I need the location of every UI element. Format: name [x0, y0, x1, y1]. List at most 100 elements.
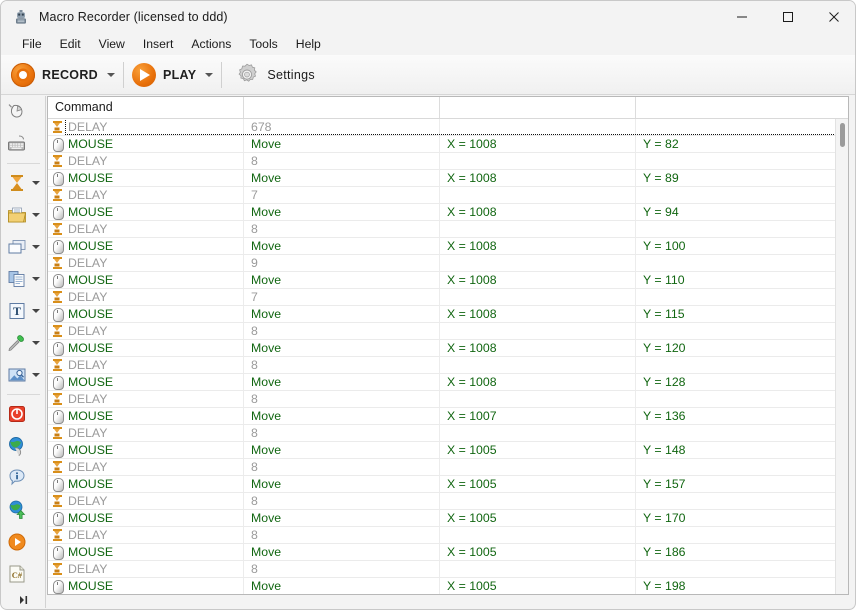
sidebar-item-text-tool[interactable]: T: [2, 295, 45, 327]
table-row[interactable]: DELAY 8: [48, 527, 848, 544]
table-row[interactable]: DELAY 8: [48, 459, 848, 476]
sidebar-item-file-tool[interactable]: [2, 199, 45, 231]
grid-column-header-0[interactable]: Command: [48, 97, 244, 118]
cell-command: MOUSE: [48, 510, 244, 526]
mouse-icon: [50, 341, 65, 356]
table-row[interactable]: DELAY 8: [48, 561, 848, 578]
chevron-down-icon[interactable]: [32, 245, 40, 249]
table-row[interactable]: DELAY 7: [48, 187, 848, 204]
chevron-down-icon[interactable]: [32, 181, 40, 185]
table-row[interactable]: MOUSE Move X = 1008 Y = 128: [48, 374, 848, 391]
record-button[interactable]: RECORD: [1, 55, 117, 94]
sidebar-item-upload-tool[interactable]: [2, 494, 45, 526]
play-button[interactable]: PLAY: [130, 55, 215, 94]
menu-item-file[interactable]: File: [13, 35, 51, 53]
command-label: MOUSE: [68, 171, 114, 185]
sidebar-item-color-picker-tool[interactable]: [2, 327, 45, 359]
table-row[interactable]: MOUSE Move X = 1008 Y = 120: [48, 340, 848, 357]
sidebar-item-stop-tool[interactable]: [2, 398, 45, 430]
menu-item-tools[interactable]: Tools: [240, 35, 286, 53]
table-row[interactable]: DELAY 8: [48, 153, 848, 170]
cell-y: Y = 198: [643, 579, 686, 593]
table-row[interactable]: MOUSE Move X = 1008 Y = 94: [48, 204, 848, 221]
chevron-down-icon[interactable]: [32, 213, 40, 217]
table-row[interactable]: DELAY 8: [48, 391, 848, 408]
cell-value: 8: [244, 459, 440, 475]
table-row[interactable]: MOUSE Move X = 1005 Y = 170: [48, 510, 848, 527]
menu-item-help[interactable]: Help: [287, 35, 330, 53]
table-row[interactable]: MOUSE Move X = 1008 Y = 89: [48, 170, 848, 187]
cell-value: 8: [244, 425, 440, 441]
sidebar-item-web-tool[interactable]: [2, 430, 45, 462]
sidebar-item-run-tool[interactable]: [2, 526, 45, 558]
menu-item-view[interactable]: View: [90, 35, 134, 53]
cell-command: DELAY: [48, 425, 244, 441]
play-dropdown-caret[interactable]: [205, 72, 214, 77]
sidebar-item-delay-tool[interactable]: [2, 167, 45, 199]
table-row[interactable]: MOUSE Move X = 1008 Y = 100: [48, 238, 848, 255]
sidebar-item-window-tool[interactable]: [2, 231, 45, 263]
settings-button[interactable]: Settings: [228, 55, 315, 94]
sidebar-item-image-tool[interactable]: [2, 359, 45, 391]
sidebar-item-mouse-tool[interactable]: [2, 96, 45, 128]
cell-command: MOUSE: [48, 238, 244, 254]
hourglass-icon: [6, 172, 28, 194]
grid-column-header-1[interactable]: [244, 97, 440, 118]
chevron-down-icon[interactable]: [32, 341, 40, 345]
minimize-button[interactable]: [719, 1, 765, 33]
record-icon: [11, 62, 35, 87]
sidebar-expand-button[interactable]: [2, 592, 45, 608]
table-row[interactable]: MOUSE Move X = 1007 Y = 136: [48, 408, 848, 425]
table-row[interactable]: DELAY 8: [48, 221, 848, 238]
table-row[interactable]: MOUSE Move X = 1005 Y = 186: [48, 544, 848, 561]
record-dropdown-caret[interactable]: [106, 72, 115, 77]
sidebar-item-clipboard-tool[interactable]: [2, 263, 45, 295]
table-row[interactable]: DELAY 8: [48, 357, 848, 374]
cell-command: MOUSE: [48, 272, 244, 288]
cell-value: 7: [244, 289, 440, 305]
scrollbar-thumb[interactable]: [840, 123, 845, 147]
cell-command: MOUSE: [48, 204, 244, 220]
hourglass-icon: [50, 358, 65, 372]
table-row[interactable]: MOUSE Move X = 1005 Y = 157: [48, 476, 848, 493]
eyedropper-icon: [6, 332, 28, 354]
table-row[interactable]: MOUSE Move X = 1008 Y = 115: [48, 306, 848, 323]
close-button[interactable]: [811, 1, 855, 33]
grid-header-row: Command: [48, 97, 848, 119]
table-row[interactable]: DELAY 8: [48, 493, 848, 510]
cell-x: [440, 391, 636, 407]
cell-command: DELAY: [48, 561, 244, 577]
table-row[interactable]: DELAY 8: [48, 425, 848, 442]
table-row[interactable]: DELAY 9: [48, 255, 848, 272]
chevron-down-icon[interactable]: [32, 277, 40, 281]
grid-column-header-3[interactable]: [636, 97, 832, 118]
mouse-icon: [50, 137, 65, 152]
cell-x: X = 1008: [440, 306, 636, 322]
cell-command: DELAY: [48, 119, 244, 135]
sidebar-item-info-tool[interactable]: [2, 462, 45, 494]
chevron-down-icon[interactable]: [32, 373, 40, 377]
menu-item-insert[interactable]: Insert: [134, 35, 182, 53]
cell-y: [636, 493, 832, 509]
gear-icon: [234, 62, 260, 88]
mouse-icon: [6, 101, 28, 123]
menu-item-actions[interactable]: Actions: [182, 35, 240, 53]
text-box-icon: T: [6, 300, 28, 322]
cell-value: Move: [244, 306, 440, 322]
table-row[interactable]: MOUSE Move X = 1005 Y = 148: [48, 442, 848, 459]
table-row[interactable]: DELAY 8: [48, 323, 848, 340]
table-row[interactable]: MOUSE Move X = 1005 Y = 198: [48, 578, 848, 594]
table-row[interactable]: MOUSE Move X = 1008 Y = 82: [48, 136, 848, 153]
vertical-scrollbar[interactable]: [835, 119, 848, 594]
chevron-down-icon[interactable]: [32, 309, 40, 313]
table-row[interactable]: DELAY 678: [48, 119, 848, 136]
sidebar-item-keyboard-tool[interactable]: [2, 128, 45, 160]
command-label: MOUSE: [68, 511, 114, 525]
menu-item-edit[interactable]: Edit: [51, 35, 90, 53]
table-row[interactable]: DELAY 7: [48, 289, 848, 306]
table-row[interactable]: MOUSE Move X = 1008 Y = 110: [48, 272, 848, 289]
grid-column-header-2[interactable]: [440, 97, 636, 118]
maximize-button[interactable]: [765, 1, 811, 33]
cell-y: [636, 221, 832, 237]
sidebar-item-csharp-tool[interactable]: C#: [2, 558, 45, 590]
